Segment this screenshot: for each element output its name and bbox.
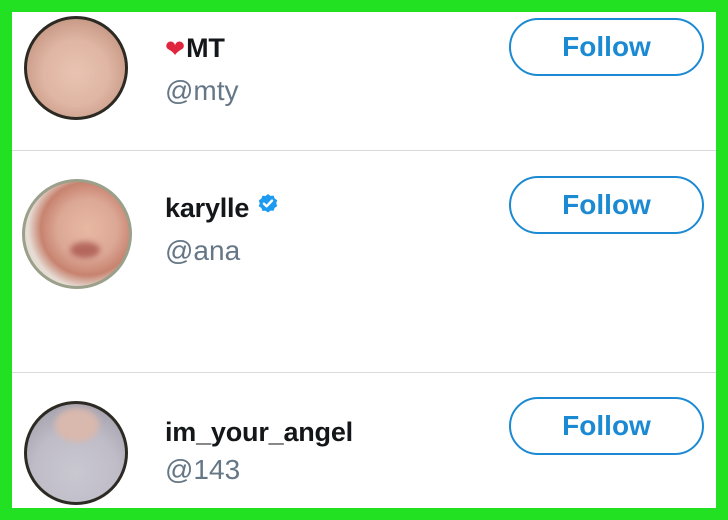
heart-emoji-icon: ❤ xyxy=(165,36,186,63)
follow-button[interactable]: Follow xyxy=(509,176,704,234)
avatar-blur-detail xyxy=(70,242,100,258)
user-row[interactable]: im_your_angel @143 Follow xyxy=(12,373,716,508)
follow-button[interactable]: Follow xyxy=(509,18,704,76)
user-name[interactable]: karylle xyxy=(165,193,249,223)
user-name-container: ❤MT xyxy=(165,33,253,67)
avatar-blur-detail xyxy=(55,408,99,442)
user-handle: @143 xyxy=(165,454,241,485)
user-name[interactable]: im_your_angel xyxy=(165,417,353,448)
verified-badge-icon xyxy=(255,190,281,223)
avatar[interactable] xyxy=(22,179,132,289)
screenshot-frame: ❤MT @mty Follow karylle @ana Follow im_y… xyxy=(0,0,728,520)
user-handle: @ana xyxy=(165,235,241,266)
user-handle: @mty xyxy=(165,75,239,106)
avatar[interactable] xyxy=(24,16,128,120)
user-row[interactable]: karylle @ana Follow xyxy=(12,151,716,372)
user-name-container: karylle xyxy=(165,193,281,226)
avatar[interactable] xyxy=(24,401,128,505)
user-name[interactable]: MT xyxy=(186,33,225,63)
follow-button[interactable]: Follow xyxy=(509,397,704,455)
user-row[interactable]: ❤MT @mty Follow xyxy=(12,12,716,150)
